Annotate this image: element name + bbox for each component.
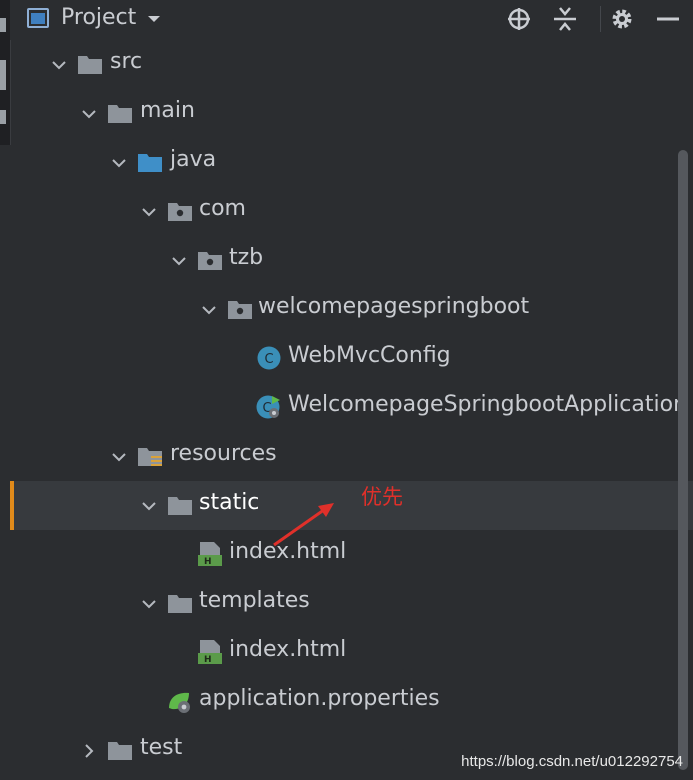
tree-label: welcomepagespringboot bbox=[258, 294, 530, 319]
tree-row-tzb[interactable]: tzb bbox=[10, 236, 693, 285]
html-file-icon: H bbox=[198, 640, 222, 665]
tree-row-application-properties[interactable]: application.properties bbox=[10, 677, 693, 726]
spring-boot-class-icon: C bbox=[256, 395, 280, 419]
chevron-right-icon[interactable] bbox=[80, 742, 98, 760]
chevron-down-icon[interactable] bbox=[200, 301, 218, 319]
chevron-down-icon[interactable] bbox=[140, 595, 158, 613]
tree-label: src bbox=[110, 49, 143, 74]
tree-label: index.html bbox=[229, 637, 347, 662]
resources-folder-icon bbox=[138, 448, 162, 466]
tree-label: java bbox=[170, 147, 217, 172]
tree-row-resources[interactable]: resources bbox=[10, 432, 693, 481]
tree-label: resources bbox=[170, 441, 277, 466]
folder-icon bbox=[108, 742, 132, 760]
tool-window-tab[interactable] bbox=[0, 110, 6, 124]
tree-row-welcomepagespringboot[interactable]: welcomepagespringboot bbox=[10, 285, 693, 334]
project-view-icon bbox=[27, 8, 49, 28]
watermark: https://blog.csdn.net/u012292754 bbox=[461, 753, 683, 770]
tree-row-index-html[interactable]: H index.html bbox=[10, 628, 693, 677]
chevron-down-icon[interactable] bbox=[110, 448, 128, 466]
package-icon bbox=[228, 301, 252, 319]
toolbar-title[interactable]: Project bbox=[61, 5, 136, 30]
chevron-down-icon[interactable] bbox=[140, 497, 158, 515]
tree-row-static[interactable]: static bbox=[10, 481, 693, 530]
tree-label: WebMvcConfig bbox=[288, 343, 451, 368]
project-tree: src main java com tzb welcomepagespringb… bbox=[10, 40, 693, 780]
tree-row-java[interactable]: java bbox=[10, 138, 693, 187]
tree-label: static bbox=[199, 490, 260, 515]
collapse-all-icon[interactable] bbox=[551, 5, 579, 33]
tree-row-com[interactable]: com bbox=[10, 187, 693, 236]
vertical-scrollbar[interactable] bbox=[678, 150, 688, 770]
package-icon bbox=[168, 203, 192, 221]
package-icon bbox=[198, 252, 222, 270]
tree-label: application.properties bbox=[199, 686, 440, 711]
chevron-down-icon[interactable] bbox=[110, 154, 128, 172]
tree-label: main bbox=[140, 98, 195, 123]
selection-marker bbox=[10, 481, 14, 530]
annotation-text: 优先 bbox=[361, 485, 403, 509]
tree-row-welcomepagespringbootapplication[interactable]: C WelcomepageSpringbootApplication bbox=[10, 383, 693, 432]
tree-row-templates[interactable]: templates bbox=[10, 579, 693, 628]
tree-label: tzb bbox=[229, 245, 264, 270]
chevron-down-icon[interactable] bbox=[80, 105, 98, 123]
tree-label: templates bbox=[199, 588, 310, 613]
svg-text:H: H bbox=[204, 655, 212, 665]
locate-icon[interactable] bbox=[505, 5, 533, 33]
folder-icon bbox=[168, 497, 192, 515]
tree-label: WelcomepageSpringbootApplication bbox=[288, 392, 688, 417]
folder-icon bbox=[168, 595, 192, 613]
tree-row-webmvcconfig[interactable]: C WebMvcConfig bbox=[10, 334, 693, 383]
chevron-down-icon[interactable] bbox=[50, 56, 68, 74]
settings-gear-icon[interactable] bbox=[608, 5, 636, 33]
source-folder-icon bbox=[138, 154, 162, 172]
tree-row-index-html[interactable]: H index.html bbox=[10, 530, 693, 579]
minimize-icon[interactable] bbox=[654, 5, 682, 33]
project-toolbar: Project bbox=[10, 0, 693, 40]
chevron-down-icon[interactable] bbox=[170, 252, 188, 270]
tool-window-tab[interactable] bbox=[0, 60, 6, 90]
dropdown-icon[interactable] bbox=[147, 12, 161, 26]
folder-icon bbox=[78, 56, 102, 74]
folder-icon bbox=[108, 105, 132, 123]
tree-label: test bbox=[140, 735, 183, 760]
tool-window-tab[interactable] bbox=[0, 18, 6, 32]
spring-properties-icon bbox=[169, 692, 190, 713]
tree-label: com bbox=[199, 196, 246, 221]
tree-row-src[interactable]: src bbox=[10, 40, 693, 89]
html-file-icon: H bbox=[198, 542, 222, 567]
java-class-icon: C bbox=[257, 346, 281, 370]
svg-text:H: H bbox=[204, 557, 212, 567]
annotation-arrow-icon bbox=[273, 503, 334, 547]
tree-row-main[interactable]: main bbox=[10, 89, 693, 138]
toolbar-separator bbox=[600, 6, 601, 32]
chevron-down-icon[interactable] bbox=[140, 203, 158, 221]
svg-text:C: C bbox=[264, 352, 273, 367]
